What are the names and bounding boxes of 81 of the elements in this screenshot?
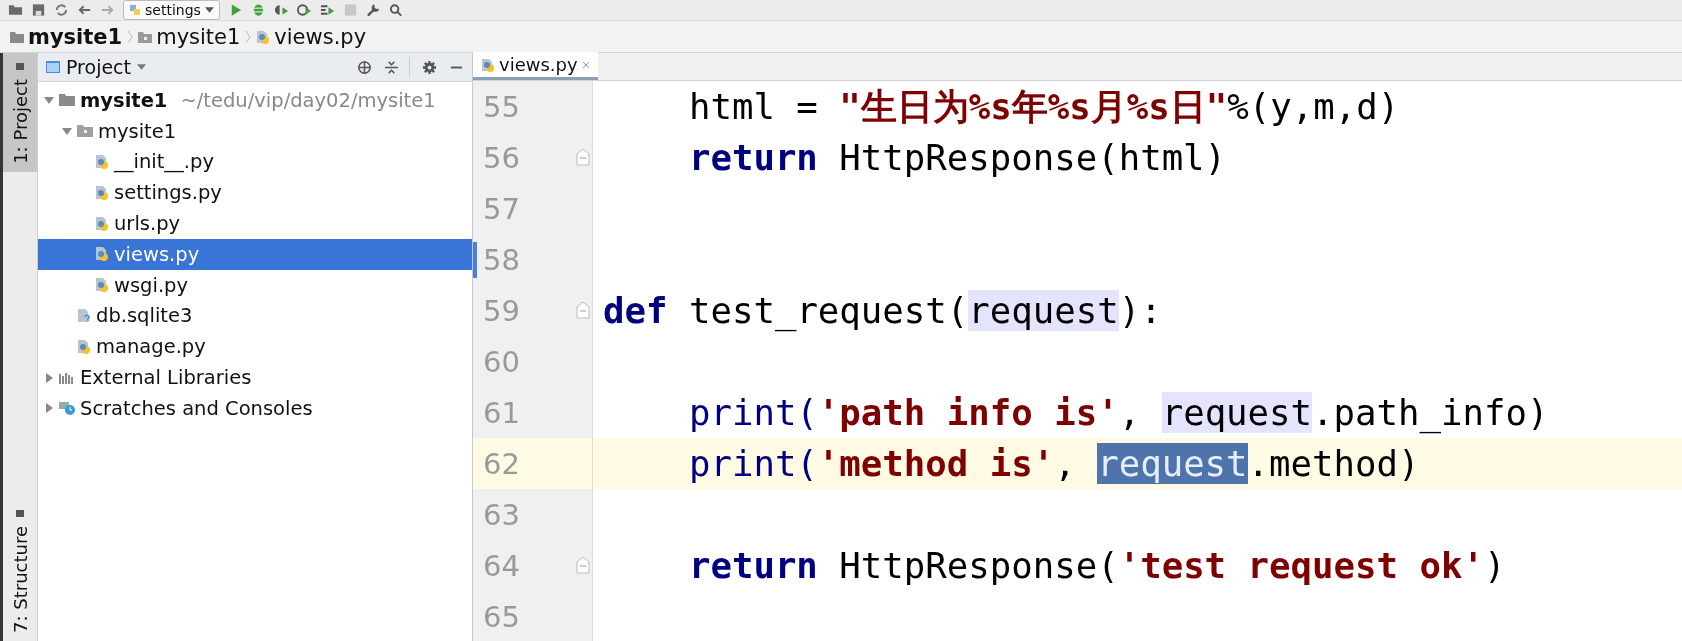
tree-item[interactable]: mysite1 ~/tedu/vip/day02/mysite1 xyxy=(38,85,472,116)
folder-icon xyxy=(77,124,93,139)
profile-icon[interactable] xyxy=(296,4,312,16)
folder-icon xyxy=(10,29,24,44)
panel-icon xyxy=(46,61,60,73)
code-line: print('method is', request.method) xyxy=(687,441,1420,486)
caret-icon xyxy=(204,7,214,13)
code-line: return HttpResponse('test request ok') xyxy=(687,543,1506,588)
tree-item[interactable]: __init__.py xyxy=(38,146,472,178)
line-number: 60 xyxy=(483,344,520,379)
line-number: 61 xyxy=(483,395,520,430)
run-configuration-dropdown[interactable]: settings xyxy=(123,0,220,20)
code-line: def test_request(request): xyxy=(603,288,1162,334)
tree-item[interactable]: db.sqlite3 xyxy=(38,300,472,332)
caret-icon[interactable] xyxy=(137,64,146,70)
code-line: print('path info is', request.path_info) xyxy=(687,390,1549,436)
fold-marker-icon[interactable] xyxy=(576,556,590,574)
side-tab[interactable]: 1: Project xyxy=(3,53,37,172)
scratches-icon xyxy=(59,401,75,416)
chevron-icon xyxy=(127,29,134,44)
line-number: 56 xyxy=(483,140,520,175)
sync-icon[interactable] xyxy=(54,4,69,16)
expanded-arrow-icon[interactable] xyxy=(44,95,54,106)
tree-item[interactable]: wsgi.py xyxy=(38,269,472,301)
library-icon xyxy=(59,370,75,385)
wrench-icon[interactable] xyxy=(365,4,381,16)
folder-icon xyxy=(138,29,153,44)
line-number: 55 xyxy=(483,89,520,124)
python-file-icon xyxy=(95,277,109,294)
python-file-icon xyxy=(77,338,91,355)
code-line: return HttpResponse(html) xyxy=(687,135,1227,180)
open-folder-icon[interactable] xyxy=(8,4,23,16)
save-icon[interactable] xyxy=(31,4,46,16)
tree-item[interactable]: settings.py xyxy=(38,177,472,209)
crosshair-icon[interactable] xyxy=(357,59,372,75)
settings-icon[interactable] xyxy=(422,59,437,75)
python-file-icon xyxy=(95,184,109,201)
panel-title[interactable]: Project xyxy=(66,56,131,78)
chevron-icon xyxy=(245,29,252,44)
editor-tab[interactable]: views.py xyxy=(473,52,598,80)
line-number: 63 xyxy=(483,497,520,532)
python-file-icon xyxy=(256,29,271,44)
close-icon[interactable] xyxy=(581,60,590,69)
search-icon[interactable] xyxy=(388,4,404,16)
line-number: 59 xyxy=(483,293,520,328)
concurrency-icon[interactable] xyxy=(319,4,335,16)
window-icon xyxy=(15,508,25,518)
line-number: 57 xyxy=(483,191,520,226)
back-arrow-icon[interactable] xyxy=(77,4,92,16)
line-number: 64 xyxy=(483,548,520,583)
python-icon xyxy=(129,4,141,16)
tree-item[interactable]: manage.py xyxy=(38,331,472,363)
breadcrumb-item[interactable]: mysite1 xyxy=(10,24,123,49)
tree-item[interactable]: views.py xyxy=(38,239,472,270)
window-icon xyxy=(15,61,25,71)
python-file-icon xyxy=(95,246,109,263)
expanded-arrow-icon[interactable] xyxy=(62,126,72,137)
python-file-icon xyxy=(95,215,109,232)
coverage-icon[interactable] xyxy=(273,4,289,16)
breadcrumb-item[interactable]: views.py xyxy=(256,24,367,49)
fold-marker-icon[interactable] xyxy=(576,301,590,319)
tree-item[interactable]: Scratches and Consoles xyxy=(38,392,472,424)
folder-icon xyxy=(59,93,75,108)
forward-arrow-icon[interactable] xyxy=(100,4,115,16)
line-number: 58 xyxy=(483,242,520,277)
breadcrumb-item[interactable]: mysite1 xyxy=(138,24,241,49)
python-file-icon xyxy=(481,57,495,72)
collapse-all-icon[interactable] xyxy=(384,59,399,75)
tree-item[interactable]: mysite1 xyxy=(38,115,472,147)
unknown-file-icon xyxy=(77,307,91,324)
tab-label: views.py xyxy=(499,54,578,75)
fold-marker-icon[interactable] xyxy=(576,148,590,166)
tree-item[interactable]: External Libraries xyxy=(38,362,472,393)
collapsed-arrow-icon[interactable] xyxy=(44,403,54,414)
line-number: 65 xyxy=(483,599,520,634)
code-line: html = "生日为%s年%s月%s日"%(y,m,d) xyxy=(687,84,1400,129)
line-number: 62 xyxy=(483,446,520,481)
python-file-icon xyxy=(95,154,109,170)
collapsed-arrow-icon[interactable] xyxy=(44,372,54,383)
side-tab[interactable]: 7: Structure xyxy=(3,500,37,641)
tree-item[interactable]: urls.py xyxy=(38,208,472,239)
